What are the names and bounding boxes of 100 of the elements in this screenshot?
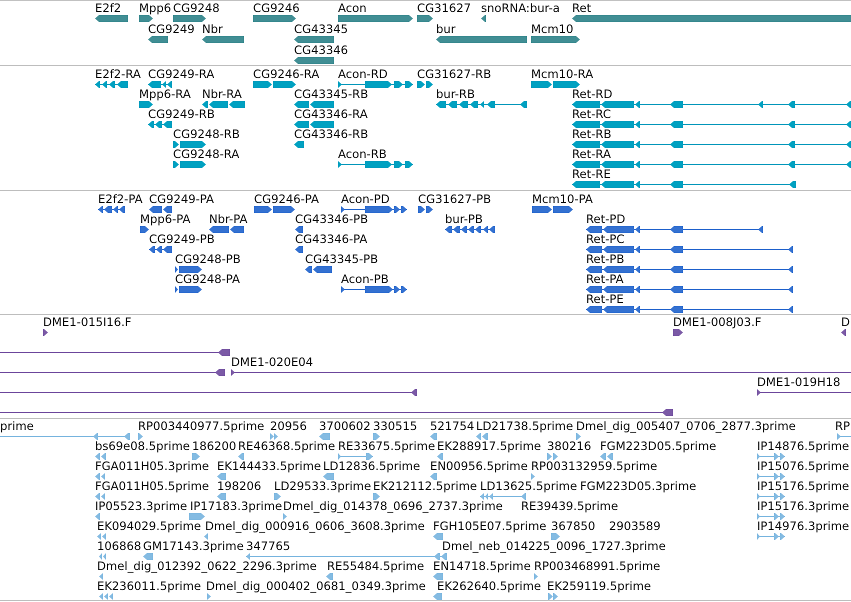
feature-label: DME1-019H18 — [757, 376, 840, 389]
feature-glyph[interactable] — [175, 286, 202, 293]
feature-label: CG43346-RA — [294, 108, 368, 121]
feature-glyph[interactable] — [445, 226, 495, 233]
feature-glyph[interactable] — [757, 389, 851, 396]
feature-label: DME1-020E04 — [231, 356, 314, 369]
feature-glyph[interactable] — [148, 81, 172, 88]
feature-glyph[interactable] — [572, 121, 851, 128]
feature-glyph[interactable] — [338, 161, 413, 168]
feature-glyph[interactable] — [148, 36, 168, 43]
feature-label: CG43346-RB — [294, 128, 368, 141]
feature-glyph[interactable] — [586, 246, 793, 253]
feature-glyph[interactable] — [175, 266, 202, 273]
feature-label: Nbr-RA — [202, 88, 242, 101]
feature-label: FGA011H05.5prime — [95, 480, 210, 493]
feature-label: EK212112.5prime — [373, 480, 478, 493]
feature-glyph[interactable] — [294, 141, 304, 148]
feature-label: Dmel_dig_012392_0622_2296.3prime — [97, 560, 317, 573]
feature-glyph[interactable] — [95, 15, 128, 22]
feature-glyph[interactable] — [139, 15, 153, 22]
feature-glyph[interactable] — [841, 329, 846, 336]
feature-label: CG9248-PA — [175, 273, 240, 286]
feature-glyph[interactable] — [436, 101, 527, 108]
feature-label: Ret-RA — [572, 148, 611, 161]
feature-label: prime — [0, 420, 34, 433]
feature-label: RP003468991.5prime — [534, 560, 660, 573]
feature-glyph[interactable] — [294, 121, 334, 128]
feature-label: Ret-RC — [572, 108, 611, 121]
feature-glyph[interactable] — [0, 369, 225, 376]
feature-label: Mpp6 — [139, 2, 172, 15]
feature-glyph[interactable] — [481, 15, 486, 22]
feature-glyph[interactable] — [173, 161, 206, 168]
feature-glyph[interactable] — [149, 246, 172, 253]
feature-glyph[interactable] — [338, 15, 413, 22]
feature-label: 2903589 — [609, 520, 661, 533]
feature-glyph[interactable] — [418, 206, 433, 213]
feature-glyph[interactable] — [532, 206, 573, 213]
feature-glyph[interactable] — [0, 389, 417, 396]
feature-label: bur-PB — [445, 213, 483, 226]
feature-label: D — [841, 316, 850, 329]
feature-label: FGH105E07.5prime — [433, 520, 546, 533]
feature-label: LD29533.3prime — [274, 480, 372, 493]
feature-glyph[interactable] — [572, 161, 851, 168]
feature-glyph[interactable] — [231, 369, 851, 376]
feature-glyph[interactable] — [173, 141, 206, 148]
feature-glyph[interactable] — [673, 329, 683, 336]
feature-glyph[interactable] — [148, 121, 172, 128]
feature-glyph[interactable] — [140, 226, 149, 233]
feature-glyph[interactable] — [338, 81, 413, 88]
feature-glyph[interactable] — [572, 141, 851, 148]
feature-glyph[interactable] — [586, 286, 793, 293]
feature-label: Nbr — [202, 23, 223, 36]
feature-glyph[interactable] — [294, 36, 334, 43]
feature-label: CG9248-RA — [173, 148, 240, 161]
feature-glyph[interactable] — [341, 286, 407, 293]
feature-glyph[interactable] — [254, 206, 295, 213]
feature-glyph[interactable] — [417, 81, 433, 88]
feature-glyph[interactable] — [139, 101, 153, 108]
feature-label: Dmel_dig_000916_0606_3608.3prime — [205, 520, 425, 533]
feature-glyph[interactable] — [531, 81, 580, 88]
feature-glyph[interactable] — [253, 15, 296, 22]
feature-glyph[interactable] — [294, 101, 334, 108]
feature-label: CG43346 — [294, 44, 348, 57]
feature-glyph[interactable] — [149, 206, 172, 213]
feature-glyph[interactable] — [43, 329, 48, 336]
feature-label: LD13625.5prime — [480, 480, 578, 493]
feature-glyph[interactable] — [253, 81, 296, 88]
feature-glyph[interactable] — [0, 349, 230, 356]
feature-label: FGM223D05.3prime — [580, 480, 696, 493]
feature-glyph[interactable] — [586, 266, 793, 273]
feature-label: bur-RB — [436, 88, 475, 101]
feature-glyph[interactable] — [98, 206, 125, 213]
feature-label: Mcm10-RA — [531, 68, 594, 81]
feature-label: FGA011H05.3prime — [95, 460, 210, 473]
feature-glyph[interactable] — [436, 36, 527, 43]
feature-label: CG9249-PB — [149, 233, 215, 246]
feature-glyph[interactable] — [95, 81, 128, 88]
feature-glyph[interactable] — [586, 226, 763, 233]
feature-label: EN14718.5prime — [433, 560, 531, 573]
feature-glyph[interactable] — [295, 246, 303, 253]
feature-label: CG9249-PA — [149, 193, 214, 206]
feature-label: 367850 — [551, 520, 596, 533]
feature-glyph[interactable] — [531, 36, 580, 43]
feature-glyph[interactable] — [202, 101, 245, 108]
feature-glyph[interactable] — [294, 57, 334, 64]
feature-glyph[interactable] — [572, 101, 851, 108]
feature-label: DME1-015I16.F — [43, 316, 132, 329]
feature-glyph[interactable] — [572, 181, 796, 188]
feature-glyph[interactable] — [0, 409, 673, 416]
feature-glyph[interactable] — [173, 15, 206, 22]
feature-glyph[interactable] — [341, 206, 407, 213]
feature-label: EN00956.5prime — [430, 460, 528, 473]
feature-glyph[interactable] — [305, 266, 332, 273]
feature-label: Ret-RB — [572, 128, 612, 141]
feature-glyph[interactable] — [209, 226, 244, 233]
feature-glyph[interactable] — [417, 15, 433, 22]
feature-glyph[interactable] — [586, 306, 793, 313]
feature-glyph[interactable] — [295, 226, 303, 233]
feature-glyph[interactable] — [202, 36, 244, 43]
feature-label: Ret-RE — [572, 168, 611, 181]
